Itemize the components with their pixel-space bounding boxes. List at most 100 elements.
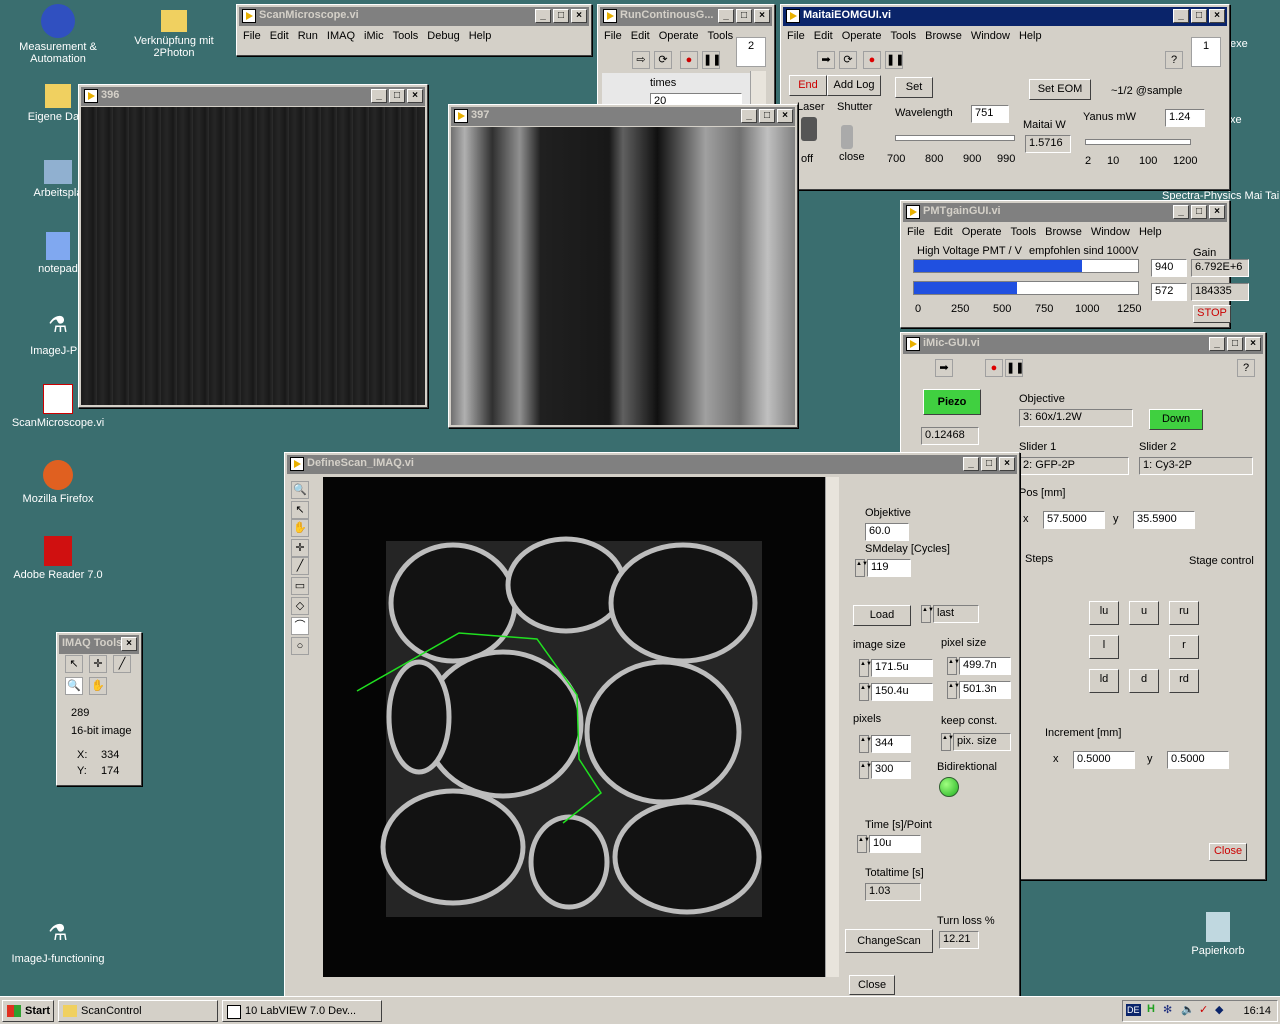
definescan-window[interactable]: DefineScan_IMAQ.vi _ □ × 🔍 ↖ ✋ ✛ ╱ ▭ ◇ ⌒ ○…	[284, 452, 1020, 998]
add-log-button[interactable]: Add Log	[827, 75, 881, 96]
keep-const-select[interactable]: pix. size	[953, 733, 1011, 751]
tab-stage-control[interactable]: Stage control	[1189, 555, 1254, 567]
objektive-input[interactable]: 60.0	[865, 523, 909, 541]
pixels-input-2[interactable]: 300	[871, 761, 911, 779]
smdelay-spinner[interactable]: ▲▼	[855, 559, 868, 577]
desktop-icon-imagej-functioning[interactable]: ⚗ ImageJ-functioning	[8, 916, 108, 965]
menu-operate[interactable]: Operate	[842, 30, 882, 42]
voltage-input-2[interactable]: 572	[1151, 283, 1187, 301]
laser-toggle[interactable]	[801, 117, 817, 141]
menu-tools[interactable]: Tools	[707, 30, 733, 42]
tray-network-icon[interactable]: ✻	[1163, 1003, 1172, 1016]
menu-edit[interactable]: Edit	[814, 30, 833, 42]
minimize-button[interactable]: _	[1173, 205, 1189, 219]
desktop-icon-firefox[interactable]: Mozilla Firefox	[8, 460, 108, 505]
end-button[interactable]: End	[789, 75, 827, 96]
help-icon[interactable]: ?	[1237, 359, 1255, 377]
scan-image[interactable]	[323, 477, 827, 977]
menu-browse[interactable]: Browse	[1045, 226, 1082, 238]
slider2-select[interactable]: 1: Cy3-2P	[1139, 457, 1253, 475]
menu-file[interactable]: File	[243, 30, 261, 42]
pixel-size-spinner-2[interactable]: ▲▼	[947, 681, 960, 699]
move-ld-button[interactable]: ld	[1089, 669, 1119, 693]
tray-h-icon[interactable]: H	[1147, 1003, 1155, 1015]
abort-icon[interactable]: ●	[863, 51, 881, 69]
stop-button[interactable]: STOP	[1193, 305, 1231, 323]
tab-steps[interactable]: Steps	[1025, 553, 1053, 565]
voltage-input-1[interactable]: 940	[1151, 259, 1187, 277]
bidirektional-led[interactable]	[939, 777, 959, 797]
menu-imic[interactable]: iMic	[364, 30, 384, 42]
pos-x-input[interactable]: 57.5000	[1043, 511, 1105, 529]
pause-icon[interactable]: ❚❚	[1005, 359, 1024, 377]
wavelength-input[interactable]: 751	[971, 105, 1009, 123]
voltage-slider-1[interactable]	[913, 259, 1139, 273]
title-bar[interactable]: IMAQ Tools ×	[59, 635, 139, 654]
desktop-icon-papierkorb[interactable]: Papierkorb	[1168, 912, 1268, 957]
move-ru-button[interactable]: ru	[1169, 601, 1199, 625]
menu-operate[interactable]: Operate	[659, 30, 699, 42]
menu-imaq[interactable]: IMAQ	[327, 30, 355, 42]
menu-window[interactable]: Window	[1091, 226, 1130, 238]
tray-status-icon[interactable]: ✓	[1199, 1003, 1208, 1016]
yanus-input[interactable]: 1.24	[1165, 109, 1205, 127]
menu-edit[interactable]: Edit	[270, 30, 289, 42]
smdelay-input[interactable]: 119	[867, 559, 911, 577]
zoom-icon[interactable]: 🔍	[291, 481, 309, 499]
menu-operate[interactable]: Operate	[962, 226, 1002, 238]
maximize-button[interactable]: □	[389, 89, 405, 103]
close-button[interactable]: ×	[777, 109, 793, 123]
menu-edit[interactable]: Edit	[631, 30, 650, 42]
set-eom-button[interactable]: Set EOM	[1029, 79, 1091, 100]
close-button[interactable]: ×	[1209, 205, 1225, 219]
shutter-toggle[interactable]	[841, 125, 853, 149]
maximize-button[interactable]: □	[1191, 205, 1207, 219]
run-continuous-icon[interactable]: ⟳	[654, 51, 672, 69]
minimize-button[interactable]: _	[1209, 337, 1225, 351]
piezo-button[interactable]: Piezo	[923, 389, 981, 415]
menu-edit[interactable]: Edit	[934, 226, 953, 238]
language-indicator[interactable]: DE	[1126, 1004, 1141, 1016]
image-396[interactable]	[81, 107, 425, 405]
desktop-icon-adobe[interactable]: Adobe Reader 7.0	[8, 536, 108, 581]
menu-file[interactable]: File	[604, 30, 622, 42]
close-button[interactable]: ×	[571, 9, 587, 23]
changescan-button[interactable]: ChangeScan	[845, 929, 933, 953]
set-button[interactable]: Set	[895, 77, 933, 98]
title-bar[interactable]: 396 _ □ ×	[81, 87, 425, 106]
inc-x-input[interactable]: 0.5000	[1073, 751, 1135, 769]
maximize-button[interactable]: □	[1191, 9, 1207, 23]
abort-icon[interactable]: ●	[680, 51, 698, 69]
title-bar[interactable]: PMTgainGUI.vi _ □ ×	[903, 203, 1227, 222]
maximize-button[interactable]: □	[981, 457, 997, 471]
move-l-button[interactable]: l	[1089, 635, 1119, 659]
line-icon[interactable]: ╱	[113, 655, 131, 673]
menu-help[interactable]: Help	[469, 30, 492, 42]
pixels-input-1[interactable]: 344	[871, 735, 911, 753]
menu-run[interactable]: Run	[298, 30, 318, 42]
desktop-icon-2photon[interactable]: Verknüpfung mit 2Photon	[124, 4, 224, 59]
menu-help[interactable]: Help	[1139, 226, 1162, 238]
menu-file[interactable]: File	[907, 226, 925, 238]
menu-window[interactable]: Window	[971, 30, 1010, 42]
help-icon[interactable]: ?	[1165, 51, 1183, 69]
tray-volume-icon[interactable]: 🔈	[1181, 1003, 1195, 1016]
minimize-button[interactable]: _	[741, 109, 757, 123]
pointer-icon[interactable]: ↖	[291, 501, 309, 519]
menu-help[interactable]: Help	[1019, 30, 1042, 42]
desktop-icon-measurement[interactable]: Measurement & Automation	[8, 4, 108, 65]
time-spinner[interactable]: ▲▼	[857, 835, 870, 853]
slider1-select[interactable]: 2: GFP-2P	[1019, 457, 1129, 475]
pixels-spinner-2[interactable]: ▲▼	[859, 761, 872, 779]
voltage-slider-2[interactable]	[913, 281, 1139, 295]
title-bar[interactable]: iMic-GUI.vi _ □ ×	[903, 335, 1263, 354]
close-button[interactable]: ×	[121, 637, 137, 651]
move-u-button[interactable]: u	[1129, 601, 1159, 625]
close-button[interactable]: ×	[999, 457, 1015, 471]
scanmicroscope-window[interactable]: ScanMicroscope.vi _ □ × File Edit Run IMAQ iMi…	[236, 4, 592, 56]
menu-file[interactable]: File	[787, 30, 805, 42]
maximize-button[interactable]: □	[1227, 337, 1243, 351]
minimize-button[interactable]: _	[535, 9, 551, 23]
menu-tools[interactable]: Tools	[393, 30, 419, 42]
maximize-button[interactable]: □	[553, 9, 569, 23]
